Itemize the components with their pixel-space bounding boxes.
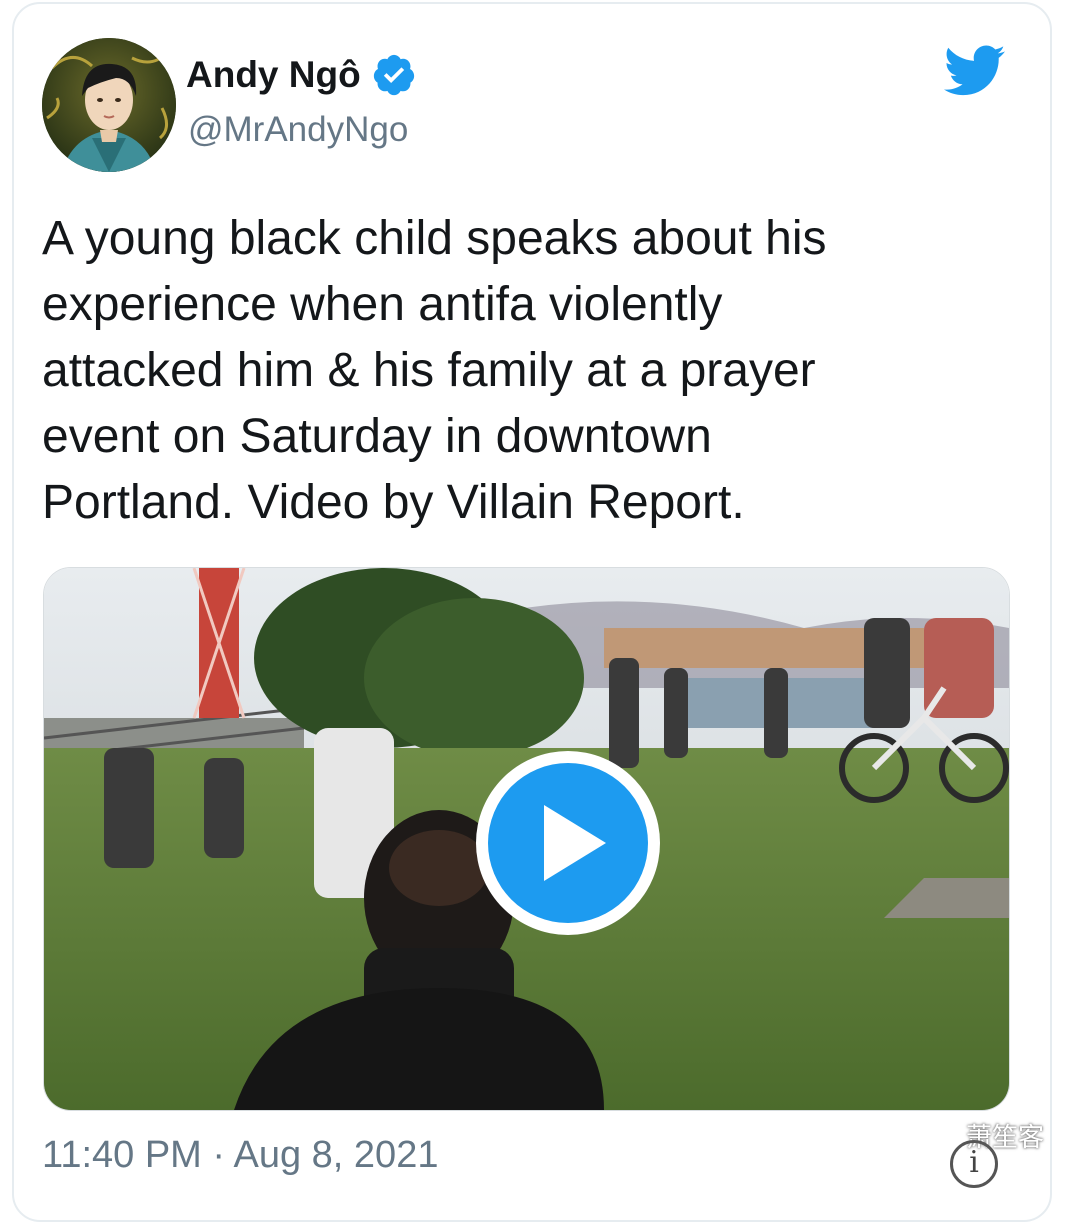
info-icon[interactable]: i bbox=[950, 1140, 998, 1188]
wechat-icon bbox=[912, 1119, 958, 1153]
tweet-text: A young black child speaks about his exp… bbox=[42, 212, 827, 529]
author-handle[interactable]: @MrAndyNgo bbox=[188, 110, 408, 150]
tweet-timestamp[interactable]: 11:40 PM · Aug 8, 2021 bbox=[42, 1134, 438, 1177]
twitter-bird-icon[interactable] bbox=[943, 44, 1006, 98]
verified-badge-icon bbox=[371, 52, 417, 98]
author-display-name[interactable]: Andy Ngô bbox=[186, 54, 361, 96]
author-name-row[interactable]: Andy Ngô bbox=[186, 52, 417, 98]
play-button-circle bbox=[488, 763, 648, 923]
play-button[interactable] bbox=[476, 751, 660, 935]
play-icon bbox=[544, 805, 606, 881]
video-player[interactable] bbox=[43, 567, 1010, 1111]
author-avatar[interactable] bbox=[42, 38, 176, 172]
